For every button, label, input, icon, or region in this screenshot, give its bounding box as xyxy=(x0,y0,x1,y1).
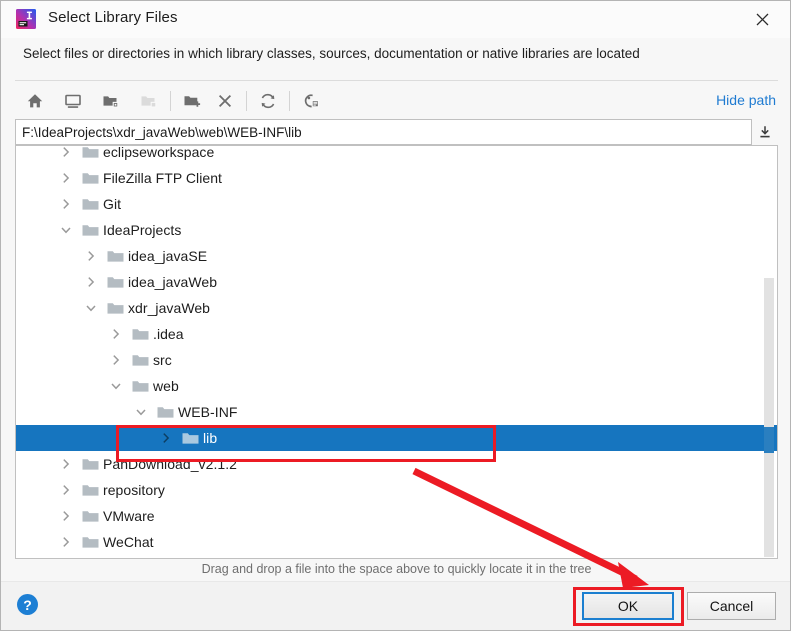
folder-icon xyxy=(107,249,124,263)
tree-row[interactable]: repository xyxy=(16,477,777,503)
chevron-right-icon[interactable] xyxy=(83,274,99,290)
file-chooser-toolbar: Hide path xyxy=(15,83,778,119)
delete-icon[interactable] xyxy=(211,87,239,115)
folder-icon xyxy=(82,223,99,237)
chevron-down-icon[interactable] xyxy=(83,300,99,316)
folder-icon xyxy=(82,509,99,523)
header-separator xyxy=(15,80,778,81)
chevron-right-icon[interactable] xyxy=(108,352,124,368)
tree-row[interactable]: WeChat xyxy=(16,529,777,555)
tree-item-label: PanDownload_v2.1.2 xyxy=(103,456,237,472)
folder-icon xyxy=(82,197,99,211)
tree-row[interactable]: WEB-INF xyxy=(16,399,777,425)
tree-item-label: .idea xyxy=(153,326,184,342)
tree-row[interactable]: VMware xyxy=(16,503,777,529)
chevron-right-icon[interactable] xyxy=(58,482,74,498)
intellij-idea-icon xyxy=(15,8,37,30)
tree-row[interactable]: .idea xyxy=(16,321,777,347)
tree-item-label: idea_javaSE xyxy=(128,248,208,264)
folder-icon xyxy=(132,327,149,341)
folder-icon xyxy=(132,353,149,367)
directory-tree[interactable]: eclipseworkspace FileZilla FTP Client Git I… xyxy=(15,145,778,559)
tree-item-label: eclipseworkspace xyxy=(103,145,215,160)
tree-row[interactable]: eclipseworkspace xyxy=(16,145,777,165)
select-library-files-dialog: Select Library Files Select files or dir… xyxy=(0,0,791,631)
tree-item-label: idea_javaWeb xyxy=(128,274,218,290)
folder-icon xyxy=(182,431,199,445)
window-title: Select Library Files xyxy=(48,9,178,26)
vertical-scrollbar[interactable] xyxy=(764,278,774,557)
ok-button[interactable]: OK xyxy=(582,592,674,620)
hide-path-link[interactable]: Hide path xyxy=(716,92,776,108)
chevron-down-icon[interactable] xyxy=(108,378,124,394)
folder-icon xyxy=(82,535,99,549)
folder-icon xyxy=(107,301,124,315)
folder-icon xyxy=(107,275,124,289)
refresh-icon[interactable] xyxy=(254,87,282,115)
tree-row[interactable]: Git xyxy=(16,191,777,217)
tree-item-label: repository xyxy=(103,482,165,498)
new-folder-icon[interactable] xyxy=(178,87,206,115)
tree-row[interactable]: lib xyxy=(16,425,777,451)
chevron-right-icon[interactable] xyxy=(58,534,74,550)
chevron-right-icon[interactable] xyxy=(58,456,74,472)
tree-item-label: web xyxy=(153,378,179,394)
tree-item-label: WeChat xyxy=(103,534,154,550)
tree-row[interactable]: PanDownload_v2.1.2 xyxy=(16,451,777,477)
folder-icon xyxy=(157,405,174,419)
folder-icon xyxy=(82,146,99,159)
folder-icon xyxy=(82,457,99,471)
chevron-right-icon[interactable] xyxy=(58,196,74,212)
chevron-right-icon[interactable] xyxy=(58,146,74,160)
tree-row[interactable]: idea_javaSE xyxy=(16,243,777,269)
show-hidden-files-icon[interactable] xyxy=(297,87,325,115)
tree-item-label: WEB-INF xyxy=(178,404,238,420)
path-input[interactable] xyxy=(15,119,752,145)
folder-disabled-icon xyxy=(135,87,163,115)
vertical-scrollbar-track[interactable] xyxy=(763,147,776,558)
chevron-right-icon[interactable] xyxy=(58,508,74,524)
tree-row[interactable]: FileZilla FTP Client xyxy=(16,165,777,191)
folder-icon xyxy=(82,483,99,497)
tree-row[interactable]: IdeaProjects xyxy=(16,217,777,243)
toolbar-separator-1 xyxy=(170,91,171,111)
tree-row[interactable]: idea_javaWeb xyxy=(16,269,777,295)
desktop-icon[interactable] xyxy=(59,87,87,115)
toolbar-separator-2 xyxy=(246,91,247,111)
folder-icon xyxy=(82,171,99,185)
path-row xyxy=(15,119,778,145)
tree-row[interactable]: xdr_javaWeb xyxy=(16,295,777,321)
tree-row[interactable]: src xyxy=(16,347,777,373)
tree-item-label: VMware xyxy=(103,508,155,524)
tree-item-label: FileZilla FTP Client xyxy=(103,170,222,186)
title-bar: Select Library Files xyxy=(1,1,790,38)
tree-item-label: IdeaProjects xyxy=(103,222,182,238)
scrollbar-selection-overlap xyxy=(764,427,774,453)
folder-expanded-icon[interactable] xyxy=(97,87,125,115)
toolbar-separator-3 xyxy=(289,91,290,111)
help-button[interactable]: ? xyxy=(17,594,38,615)
dialog-description: Select files or directories in which lib… xyxy=(23,46,640,61)
home-icon[interactable] xyxy=(21,87,49,115)
cancel-button[interactable]: Cancel xyxy=(687,592,776,620)
chevron-right-icon[interactable] xyxy=(108,326,124,342)
tree-item-label: src xyxy=(153,352,172,368)
chevron-right-icon[interactable] xyxy=(58,170,74,186)
tree-item-label: lib xyxy=(203,430,218,446)
tree-item-label: xdr_javaWeb xyxy=(128,300,211,316)
tree-row[interactable]: web xyxy=(16,373,777,399)
tree-item-label: Git xyxy=(103,196,122,212)
chevron-down-icon[interactable] xyxy=(58,222,74,238)
folder-icon xyxy=(132,379,149,393)
close-icon[interactable] xyxy=(740,3,784,35)
download-arrow-icon[interactable] xyxy=(752,119,778,145)
chevron-right-icon[interactable] xyxy=(158,430,174,446)
chevron-down-icon[interactable] xyxy=(133,404,149,420)
chevron-right-icon[interactable] xyxy=(83,248,99,264)
drag-drop-hint: Drag and drop a file into the space abov… xyxy=(201,562,592,576)
